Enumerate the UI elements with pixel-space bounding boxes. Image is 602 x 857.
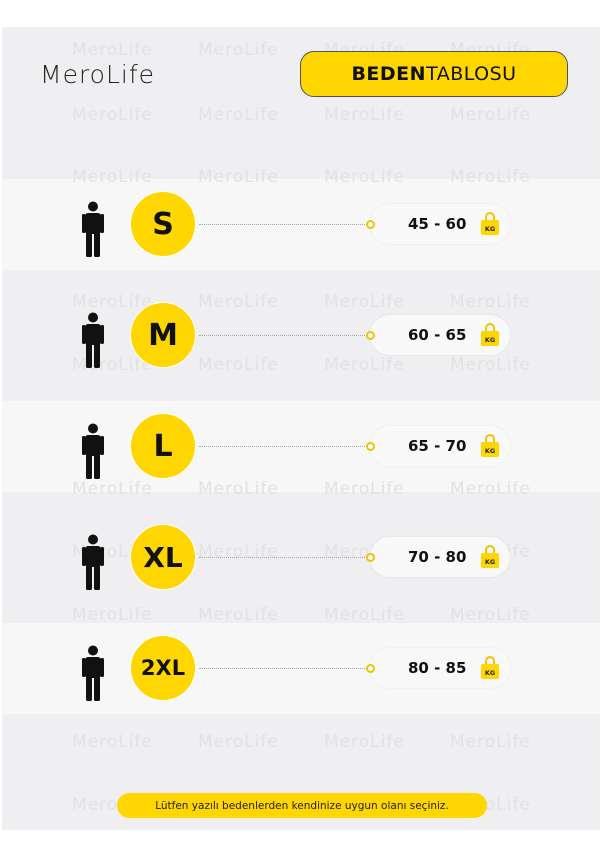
kg-weight-icon: KG xyxy=(481,656,499,679)
kg-weight-icon: KG xyxy=(481,545,499,568)
weight-range: 65 - 70 xyxy=(408,437,467,455)
size-row: M 60 - 65 KG xyxy=(2,296,600,376)
dotted-connector xyxy=(199,446,367,447)
watermark-text: MeroLife xyxy=(198,40,279,60)
watermark-text: MeroLife xyxy=(198,167,279,187)
kg-label: KG xyxy=(485,669,495,677)
weight-range-pill: 45 - 60 KG xyxy=(370,204,510,244)
dotted-connector xyxy=(199,335,367,336)
kg-label: KG xyxy=(485,336,495,344)
size-chart-card: MeroLife MeroLife MeroLife MeroLife MeroLife… xyxy=(2,27,600,830)
kg-label: KG xyxy=(485,558,495,566)
watermark-text: MeroLife xyxy=(72,167,153,187)
connector-end-dot xyxy=(366,553,375,562)
watermark-text: MeroLife xyxy=(72,40,153,60)
connector-end-dot xyxy=(366,220,375,229)
size-label: XL xyxy=(130,524,196,590)
connector-end-dot xyxy=(366,331,375,340)
weight-range: 60 - 65 xyxy=(408,326,467,344)
weight-range-pill: 80 - 85 KG xyxy=(370,648,510,688)
kg-weight-icon: KG xyxy=(481,323,499,346)
title-bold-part: BEDEN xyxy=(351,63,427,85)
person-icon xyxy=(82,201,104,257)
size-label: S xyxy=(130,191,196,257)
weight-range-pill: 70 - 80 KG xyxy=(370,537,510,577)
size-row: 2XL 80 - 85 KG xyxy=(2,629,600,709)
size-label: M xyxy=(130,302,196,368)
title-regular-part: TABLOSU xyxy=(426,63,517,85)
watermark-text: MeroLife xyxy=(324,105,405,125)
weight-range: 70 - 80 xyxy=(408,548,467,566)
watermark-text: MeroLife xyxy=(450,167,531,187)
dotted-connector xyxy=(199,224,367,225)
weight-range-pill: 60 - 65 KG xyxy=(370,315,510,355)
person-icon xyxy=(82,645,104,701)
kg-weight-icon: KG xyxy=(481,212,499,235)
footer-note: Lütfen yazılı bedenlerden kendinize uygu… xyxy=(117,793,487,818)
watermark-text: MeroLife xyxy=(450,732,531,752)
kg-label: KG xyxy=(485,225,495,233)
kg-label: KG xyxy=(485,447,495,455)
connector-end-dot xyxy=(366,664,375,673)
watermark-text: MeroLife xyxy=(72,605,153,625)
kg-weight-icon: KG xyxy=(481,434,499,457)
watermark-text: MeroLife xyxy=(324,605,405,625)
size-row: XL 70 - 80 KG xyxy=(2,518,600,598)
dotted-connector xyxy=(199,668,367,669)
size-label: L xyxy=(130,413,196,479)
weight-range-pill: 65 - 70 KG xyxy=(370,426,510,466)
watermark-text: MeroLife xyxy=(72,105,153,125)
watermark-text: MeroLife xyxy=(72,732,153,752)
watermark-text: MeroLife xyxy=(198,605,279,625)
watermark-text: MeroLife xyxy=(324,732,405,752)
watermark-text: MeroLife xyxy=(198,105,279,125)
watermark-text: MeroLife xyxy=(198,732,279,752)
dotted-connector xyxy=(199,557,367,558)
person-icon xyxy=(82,423,104,479)
weight-range: 80 - 85 xyxy=(408,659,467,677)
size-row: S 45 - 60 KG xyxy=(2,185,600,265)
connector-end-dot xyxy=(366,442,375,451)
page-title: BEDEN TABLOSU xyxy=(300,51,568,97)
watermark-text: MeroLife xyxy=(324,167,405,187)
person-icon xyxy=(82,312,104,368)
size-row: L 65 - 70 KG xyxy=(2,407,600,487)
watermark-text: MeroLife xyxy=(450,605,531,625)
watermark-text: MeroLife xyxy=(450,105,531,125)
brand-logo: MeroLife xyxy=(40,60,156,89)
person-icon xyxy=(82,534,104,590)
weight-range: 45 - 60 xyxy=(408,215,467,233)
size-label: 2XL xyxy=(130,635,196,701)
